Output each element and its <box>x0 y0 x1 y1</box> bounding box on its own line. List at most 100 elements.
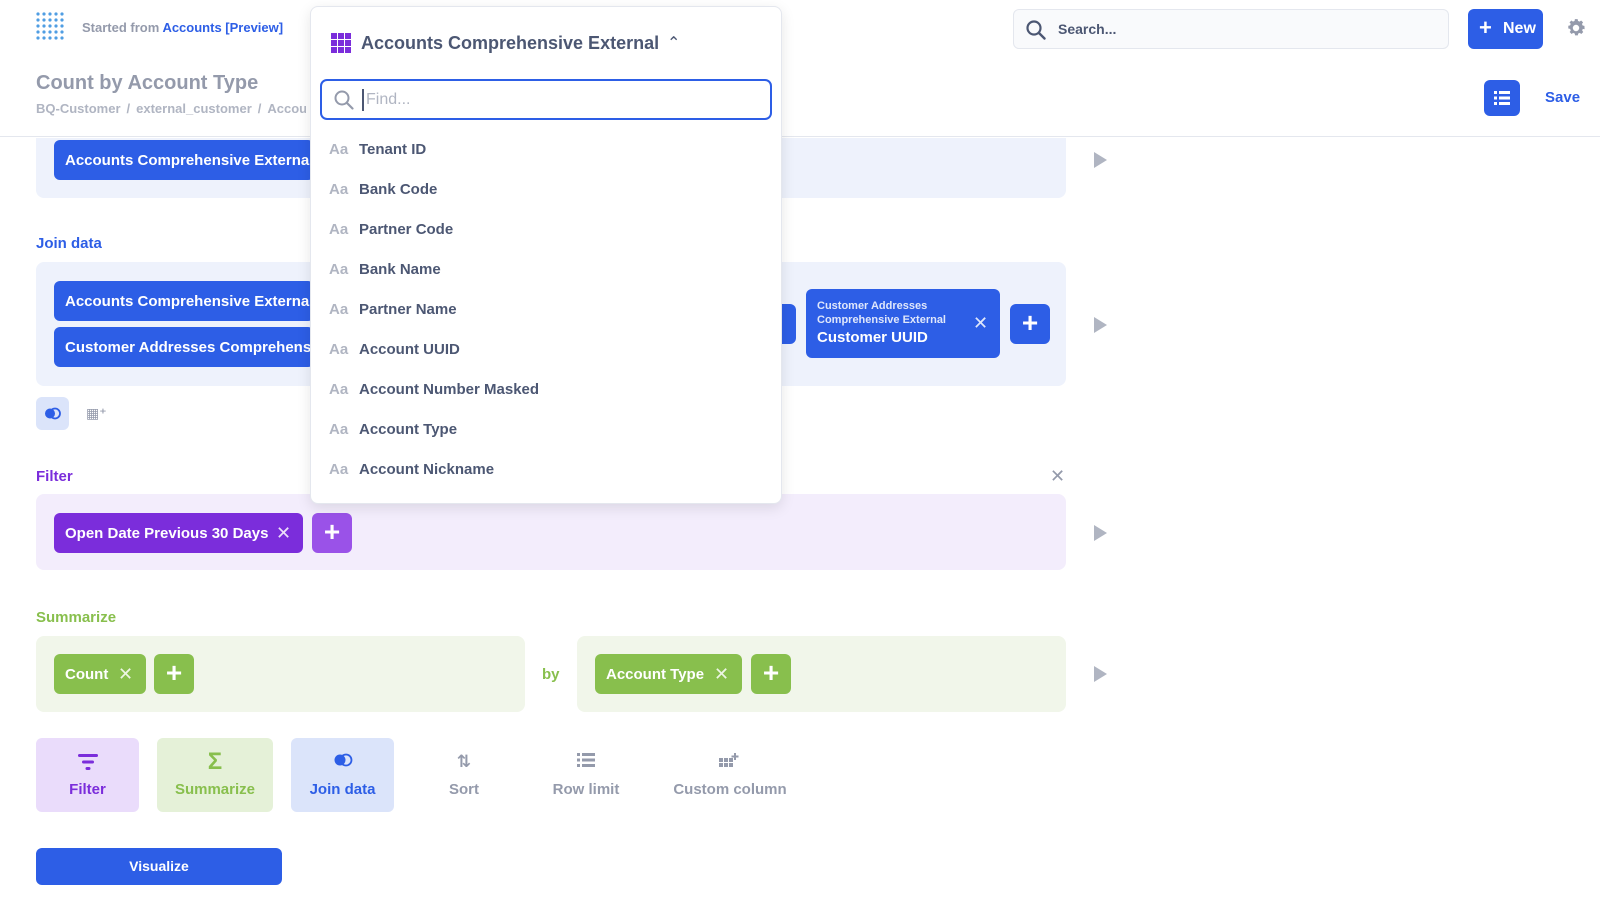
filter-section-title: Filter <box>36 468 73 485</box>
filter-icon <box>36 752 139 776</box>
breakout-pill[interactable]: Account Type ✕ <box>595 654 742 694</box>
column-option[interactable]: Aa Tenant ID <box>329 135 759 165</box>
text-type-icon: Aa <box>329 301 349 318</box>
breakout-pill-label: Account Type <box>606 666 705 683</box>
find-input[interactable] <box>362 89 742 111</box>
column-option[interactable]: Aa Account Number Masked <box>329 375 759 405</box>
text-type-icon: Aa <box>329 141 349 158</box>
filter-pill-label: Open Date Previous 30 Days <box>65 525 269 542</box>
table-icon <box>331 33 351 53</box>
remove-filter-step-icon[interactable]: ✕ <box>1050 466 1065 487</box>
column-option-label: Bank Name <box>359 261 441 278</box>
plus-icon: + <box>1479 15 1492 40</box>
text-type-icon: Aa <box>329 261 349 278</box>
save-button[interactable]: Save <box>1545 89 1580 106</box>
column-option[interactable]: Aa Account UUID <box>329 335 759 365</box>
chevron-up-icon[interactable]: ⌃ <box>667 33 680 53</box>
column-option-label: Account UUID <box>359 341 460 358</box>
add-custom-column-step-button[interactable]: Custom column <box>665 738 795 812</box>
column-option-label: Bank Code <box>359 181 438 198</box>
join-left-table-label: Accounts Comprehensive External <box>65 293 314 310</box>
join-right-table-pill[interactable]: Customer Addresses Comprehensi <box>54 327 314 367</box>
preview-play-icon[interactable] <box>1094 317 1107 333</box>
search-icon <box>334 90 354 110</box>
column-option-label: Partner Code <box>359 221 454 238</box>
add-filter-step-button[interactable]: Filter <box>36 738 139 812</box>
column-option[interactable]: Aa Account Type <box>329 415 759 445</box>
join-icon <box>291 752 394 772</box>
metric-pill[interactable]: Count ✕ <box>54 654 146 694</box>
column-option-label: Tenant ID <box>359 141 427 158</box>
custom-column-step-label: Custom column <box>673 781 787 798</box>
breadcrumb-item[interactable]: BQ-Customer <box>36 101 121 116</box>
started-from-prefix: Started from <box>82 20 160 35</box>
remove-metric-icon[interactable]: ✕ <box>118 665 133 683</box>
column-option[interactable]: Aa Partner Name <box>329 295 759 325</box>
join-right-column-label: Customer UUID <box>817 329 928 346</box>
column-option[interactable]: Aa Account Nickname <box>329 455 759 485</box>
page-title[interactable]: Count by Account Type <box>36 72 258 95</box>
text-type-icon: Aa <box>329 461 349 478</box>
join-right-table-label: Customer Addresses Comprehensi <box>65 339 314 356</box>
column-option[interactable]: Aa Partner Code <box>329 215 759 245</box>
join-left-table-pill[interactable]: Accounts Comprehensive External <box>54 281 314 321</box>
preview-play-icon[interactable] <box>1094 152 1107 168</box>
breadcrumb-item[interactable]: Accou <box>267 101 306 116</box>
text-type-icon: Aa <box>329 221 349 238</box>
join-right-column-pill[interactable]: Customer Addresses Comprehensive Externa… <box>806 289 1000 358</box>
join-right-column-subtitle-2: Comprehensive External <box>817 314 946 326</box>
join-right-column-subtitle-1: Customer Addresses <box>817 300 928 312</box>
summarize-step-label: Summarize <box>174 781 256 798</box>
column-option-label: Partner Name <box>359 301 457 318</box>
remove-join-column-icon[interactable]: ✕ <box>973 314 988 332</box>
join-type-icon <box>45 407 61 420</box>
breadcrumb-separator: / <box>126 101 131 116</box>
add-join-condition-button[interactable]: + <box>1010 304 1050 344</box>
list-icon <box>1494 91 1510 105</box>
add-breakout-button[interactable]: + <box>751 654 791 694</box>
remove-breakout-icon[interactable]: ✕ <box>714 665 729 683</box>
preview-play-icon[interactable] <box>1094 666 1107 682</box>
preview-play-icon[interactable] <box>1094 525 1107 541</box>
breadcrumb-item[interactable]: external_customer <box>136 101 252 116</box>
add-filter-button[interactable]: + <box>312 513 352 553</box>
add-summarize-step-button[interactable]: Σ Summarize <box>157 738 273 812</box>
text-type-icon: Aa <box>329 381 349 398</box>
join-section-title: Join data <box>36 235 102 252</box>
add-sort-step-button[interactable]: ⇅ Sort <box>422 738 506 812</box>
filter-pill[interactable]: Open Date Previous 30 Days ✕ <box>54 513 303 553</box>
join-step-label: Join data <box>309 781 376 798</box>
metric-pill-label: Count <box>65 666 109 683</box>
column-option-label: Account Nickname <box>359 461 495 478</box>
remove-filter-icon[interactable]: ✕ <box>276 524 291 542</box>
column-option[interactable]: Aa Bank Name <box>329 255 759 285</box>
add-join-step-button[interactable]: Join data <box>291 738 394 812</box>
column-option[interactable]: Aa Bank Code <box>329 175 759 205</box>
add-metric-button[interactable]: + <box>154 654 194 694</box>
new-button[interactable]: + New <box>1468 9 1543 49</box>
find-field[interactable] <box>320 79 772 120</box>
app-logo-icon[interactable] <box>34 10 66 42</box>
text-type-icon: Aa <box>329 421 349 438</box>
text-type-icon: Aa <box>329 341 349 358</box>
new-button-label: New <box>1503 20 1536 37</box>
header: Started from Accounts [Preview] Count by… <box>0 0 1600 137</box>
search-input[interactable]: Search... <box>1013 9 1449 49</box>
custom-column-icon <box>665 752 795 774</box>
add-custom-column-icon[interactable]: ▦⁺ <box>86 405 107 422</box>
toggle-notebook-button[interactable] <box>1484 80 1520 116</box>
join-type-button[interactable] <box>36 397 69 430</box>
data-table-pill[interactable]: Accounts Comprehensive External <box>54 140 314 180</box>
filter-step-label: Filter <box>69 781 106 798</box>
add-row-limit-step-button[interactable]: Row limit <box>538 738 634 812</box>
breadcrumb: BQ-Customer / external_customer / Accou <box>36 101 306 116</box>
sort-icon: ⇅ <box>456 752 472 771</box>
visualize-button[interactable]: Visualize <box>36 848 282 885</box>
started-from-link[interactable]: Accounts [Preview] <box>162 20 283 35</box>
gear-icon[interactable] <box>1565 17 1587 39</box>
popover-table-name: Accounts Comprehensive External <box>361 33 660 53</box>
row-limit-step-label: Row limit <box>552 781 620 798</box>
data-table-label: Accounts Comprehensive External <box>65 152 314 169</box>
list-icon <box>538 752 634 772</box>
column-option-label: Account Number Masked <box>359 381 540 398</box>
